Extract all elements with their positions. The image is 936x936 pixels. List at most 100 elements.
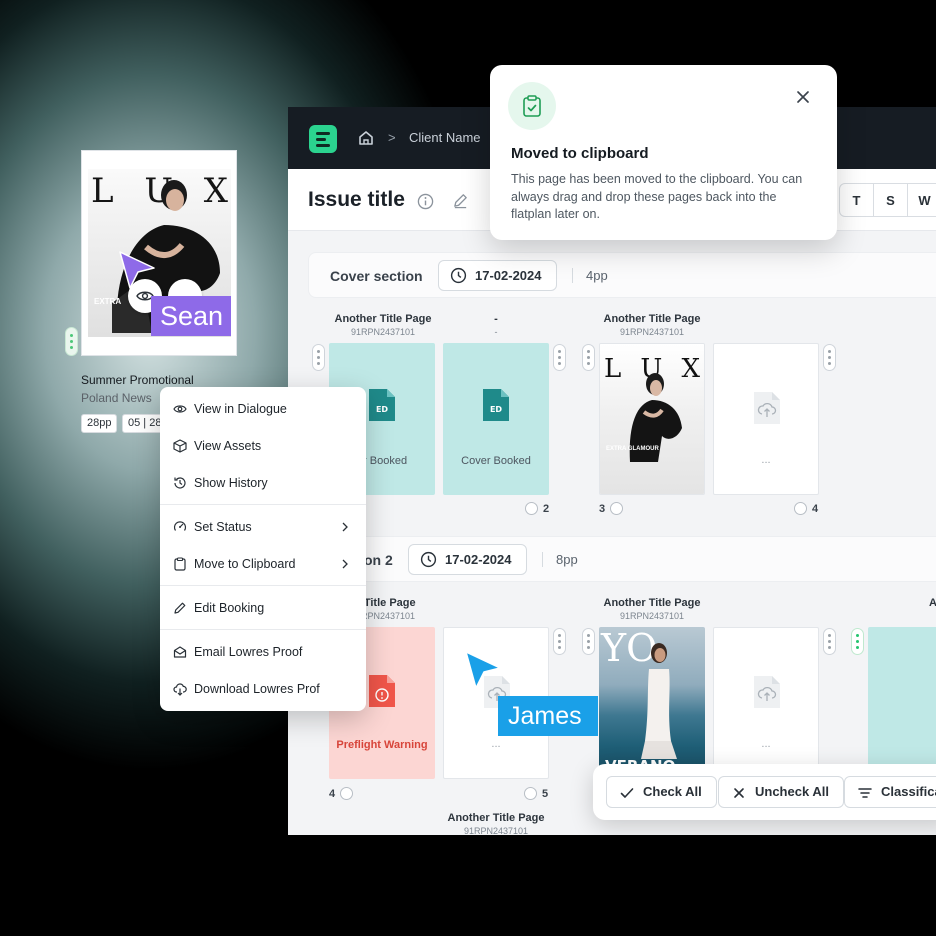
page-label-code: 91RPN2437101 bbox=[463, 826, 529, 835]
drag-handle[interactable] bbox=[582, 628, 595, 655]
close-icon[interactable] bbox=[795, 89, 811, 105]
drag-handle[interactable] bbox=[582, 344, 595, 371]
classify-button[interactable]: Classifica bbox=[844, 776, 936, 808]
close-icon bbox=[734, 788, 744, 798]
menu-item-label: Move to Clipboard bbox=[194, 557, 296, 571]
eye-icon bbox=[173, 405, 187, 413]
page-select-checkbox[interactable] bbox=[340, 787, 354, 800]
uncheck-all-button[interactable]: Uncheck All bbox=[718, 776, 844, 808]
page-number: 4 bbox=[794, 502, 818, 515]
cover-tagline: EXTRA GLAMOUR bbox=[606, 446, 659, 452]
page-number: 5 bbox=[524, 787, 548, 800]
page-thumbnail-empty[interactable]: ... bbox=[713, 627, 819, 779]
page-select-checkbox[interactable] bbox=[794, 502, 807, 515]
page-thumbnail[interactable]: ED Cover Booked bbox=[443, 343, 549, 495]
cover-model-figure bbox=[641, 643, 677, 759]
info-icon[interactable] bbox=[417, 193, 434, 210]
chevron-right-icon bbox=[342, 559, 348, 569]
context-menu: View in Dialogue View Assets Show Histor… bbox=[160, 387, 366, 711]
app-logo[interactable] bbox=[309, 125, 337, 153]
menu-divider bbox=[160, 585, 366, 586]
card-cover-tagline: EXTRA bbox=[94, 297, 122, 306]
check-all-button[interactable]: Check All bbox=[606, 776, 717, 808]
section-date: 17-02-2024 bbox=[445, 552, 512, 567]
section-header-cover: Cover section 17-02-2024 4pp bbox=[308, 252, 936, 298]
menu-item-edit-booking[interactable]: Edit Booking bbox=[160, 591, 366, 625]
pencil-icon bbox=[174, 602, 186, 614]
section-date: 17-02-2024 bbox=[475, 268, 542, 283]
collaborator-name-label: Sean bbox=[151, 296, 231, 336]
home-icon[interactable] bbox=[357, 129, 375, 147]
drag-handle[interactable] bbox=[312, 344, 325, 371]
page-caption: Preflight Warning bbox=[336, 739, 428, 751]
page-caption: ... bbox=[761, 454, 771, 466]
view-size-toggle: T S W bbox=[839, 183, 936, 217]
page-label-code: 91RPN2437101 bbox=[619, 611, 685, 621]
page-label-code: 91RPN2437101 bbox=[619, 327, 685, 337]
menu-divider bbox=[160, 504, 366, 505]
page-label-code: - bbox=[494, 327, 498, 337]
page-title: Issue title bbox=[308, 188, 405, 211]
menu-item-show-history[interactable]: Show History bbox=[160, 466, 366, 500]
selection-action-bar: Check All Uncheck All Classifica bbox=[593, 764, 936, 820]
menu-item-set-status[interactable]: Set Status bbox=[160, 510, 366, 544]
card-drag-handle[interactable] bbox=[65, 327, 78, 356]
upload-page-icon bbox=[754, 676, 780, 708]
section-date-button[interactable]: 17-02-2024 bbox=[408, 544, 527, 575]
page-label: - - bbox=[426, 313, 566, 337]
page-caption: Cover Booked bbox=[461, 455, 531, 467]
status-icon bbox=[173, 521, 187, 531]
page-thumbnail-cover[interactable]: YO VERANO bbox=[599, 627, 705, 779]
breadcrumb-client[interactable]: Client Name bbox=[409, 130, 481, 145]
menu-item-label: Edit Booking bbox=[194, 601, 265, 615]
toast-title: Moved to clipboard bbox=[511, 145, 649, 162]
collaborator-cursor-icon bbox=[119, 251, 155, 289]
menu-item-view-assets[interactable]: View Assets bbox=[160, 429, 366, 463]
drag-handle-active[interactable] bbox=[851, 628, 864, 655]
drag-handle[interactable] bbox=[823, 344, 836, 371]
section-name: on 2 bbox=[364, 552, 393, 568]
page-thumbnail-cover[interactable]: L U X EXTRA GLAMOUR bbox=[599, 343, 705, 495]
menu-item-label: View in Dialogue bbox=[194, 402, 287, 416]
document-icon: ED bbox=[483, 389, 509, 421]
masthead-letter: X bbox=[681, 354, 700, 384]
menu-item-label: Download Lowres Prof bbox=[194, 682, 320, 696]
mail-icon bbox=[173, 646, 187, 658]
cloud-download-icon bbox=[173, 683, 187, 696]
clipboard-icon bbox=[174, 557, 186, 571]
drag-handle[interactable] bbox=[823, 628, 836, 655]
edit-pen-icon[interactable] bbox=[452, 192, 469, 209]
menu-item-email-proof[interactable]: Email Lowres Proof bbox=[160, 635, 366, 669]
page-select-checkbox[interactable] bbox=[525, 502, 538, 515]
section-page-count: 8pp bbox=[542, 552, 578, 567]
collaborator-name-label: James bbox=[498, 696, 598, 736]
page-count-tag: 28pp bbox=[81, 414, 118, 433]
page-label-title: Another Title Page bbox=[603, 597, 701, 609]
section-header-2: on 2 17-02-2024 8pp bbox=[308, 536, 936, 582]
drag-handle[interactable] bbox=[553, 628, 566, 655]
page-thumbnail[interactable] bbox=[868, 627, 936, 779]
document-icon: ED bbox=[369, 389, 395, 421]
view-toggle-w[interactable]: W bbox=[908, 184, 936, 216]
page-select-checkbox[interactable] bbox=[524, 787, 537, 800]
menu-item-label: Set Status bbox=[194, 520, 252, 534]
page-number: 2 bbox=[525, 502, 549, 515]
menu-item-view-dialogue[interactable]: View in Dialogue bbox=[160, 392, 366, 426]
page-select-checkbox[interactable] bbox=[610, 502, 624, 515]
view-toggle-t[interactable]: T bbox=[840, 184, 874, 216]
menu-item-label: View Assets bbox=[194, 439, 262, 453]
page-label-title: Another Title Page bbox=[603, 313, 701, 325]
toast-icon-badge bbox=[508, 82, 556, 130]
box-icon bbox=[173, 439, 187, 453]
page-label-title: A bbox=[929, 597, 936, 609]
view-toggle-s[interactable]: S bbox=[874, 184, 908, 216]
masthead-letter: L bbox=[604, 354, 622, 384]
menu-item-move-clipboard[interactable]: Move to Clipboard bbox=[160, 547, 366, 581]
page-label-title: Another Title Page bbox=[447, 812, 545, 824]
page-thumbnail-empty[interactable]: ... bbox=[713, 343, 819, 495]
classify-label: Classifica bbox=[881, 784, 936, 799]
menu-item-download-proof[interactable]: Download Lowres Prof bbox=[160, 672, 366, 706]
drag-handle[interactable] bbox=[553, 344, 566, 371]
doc-badge: ED bbox=[376, 405, 388, 414]
section-date-button[interactable]: 17-02-2024 bbox=[438, 260, 557, 291]
